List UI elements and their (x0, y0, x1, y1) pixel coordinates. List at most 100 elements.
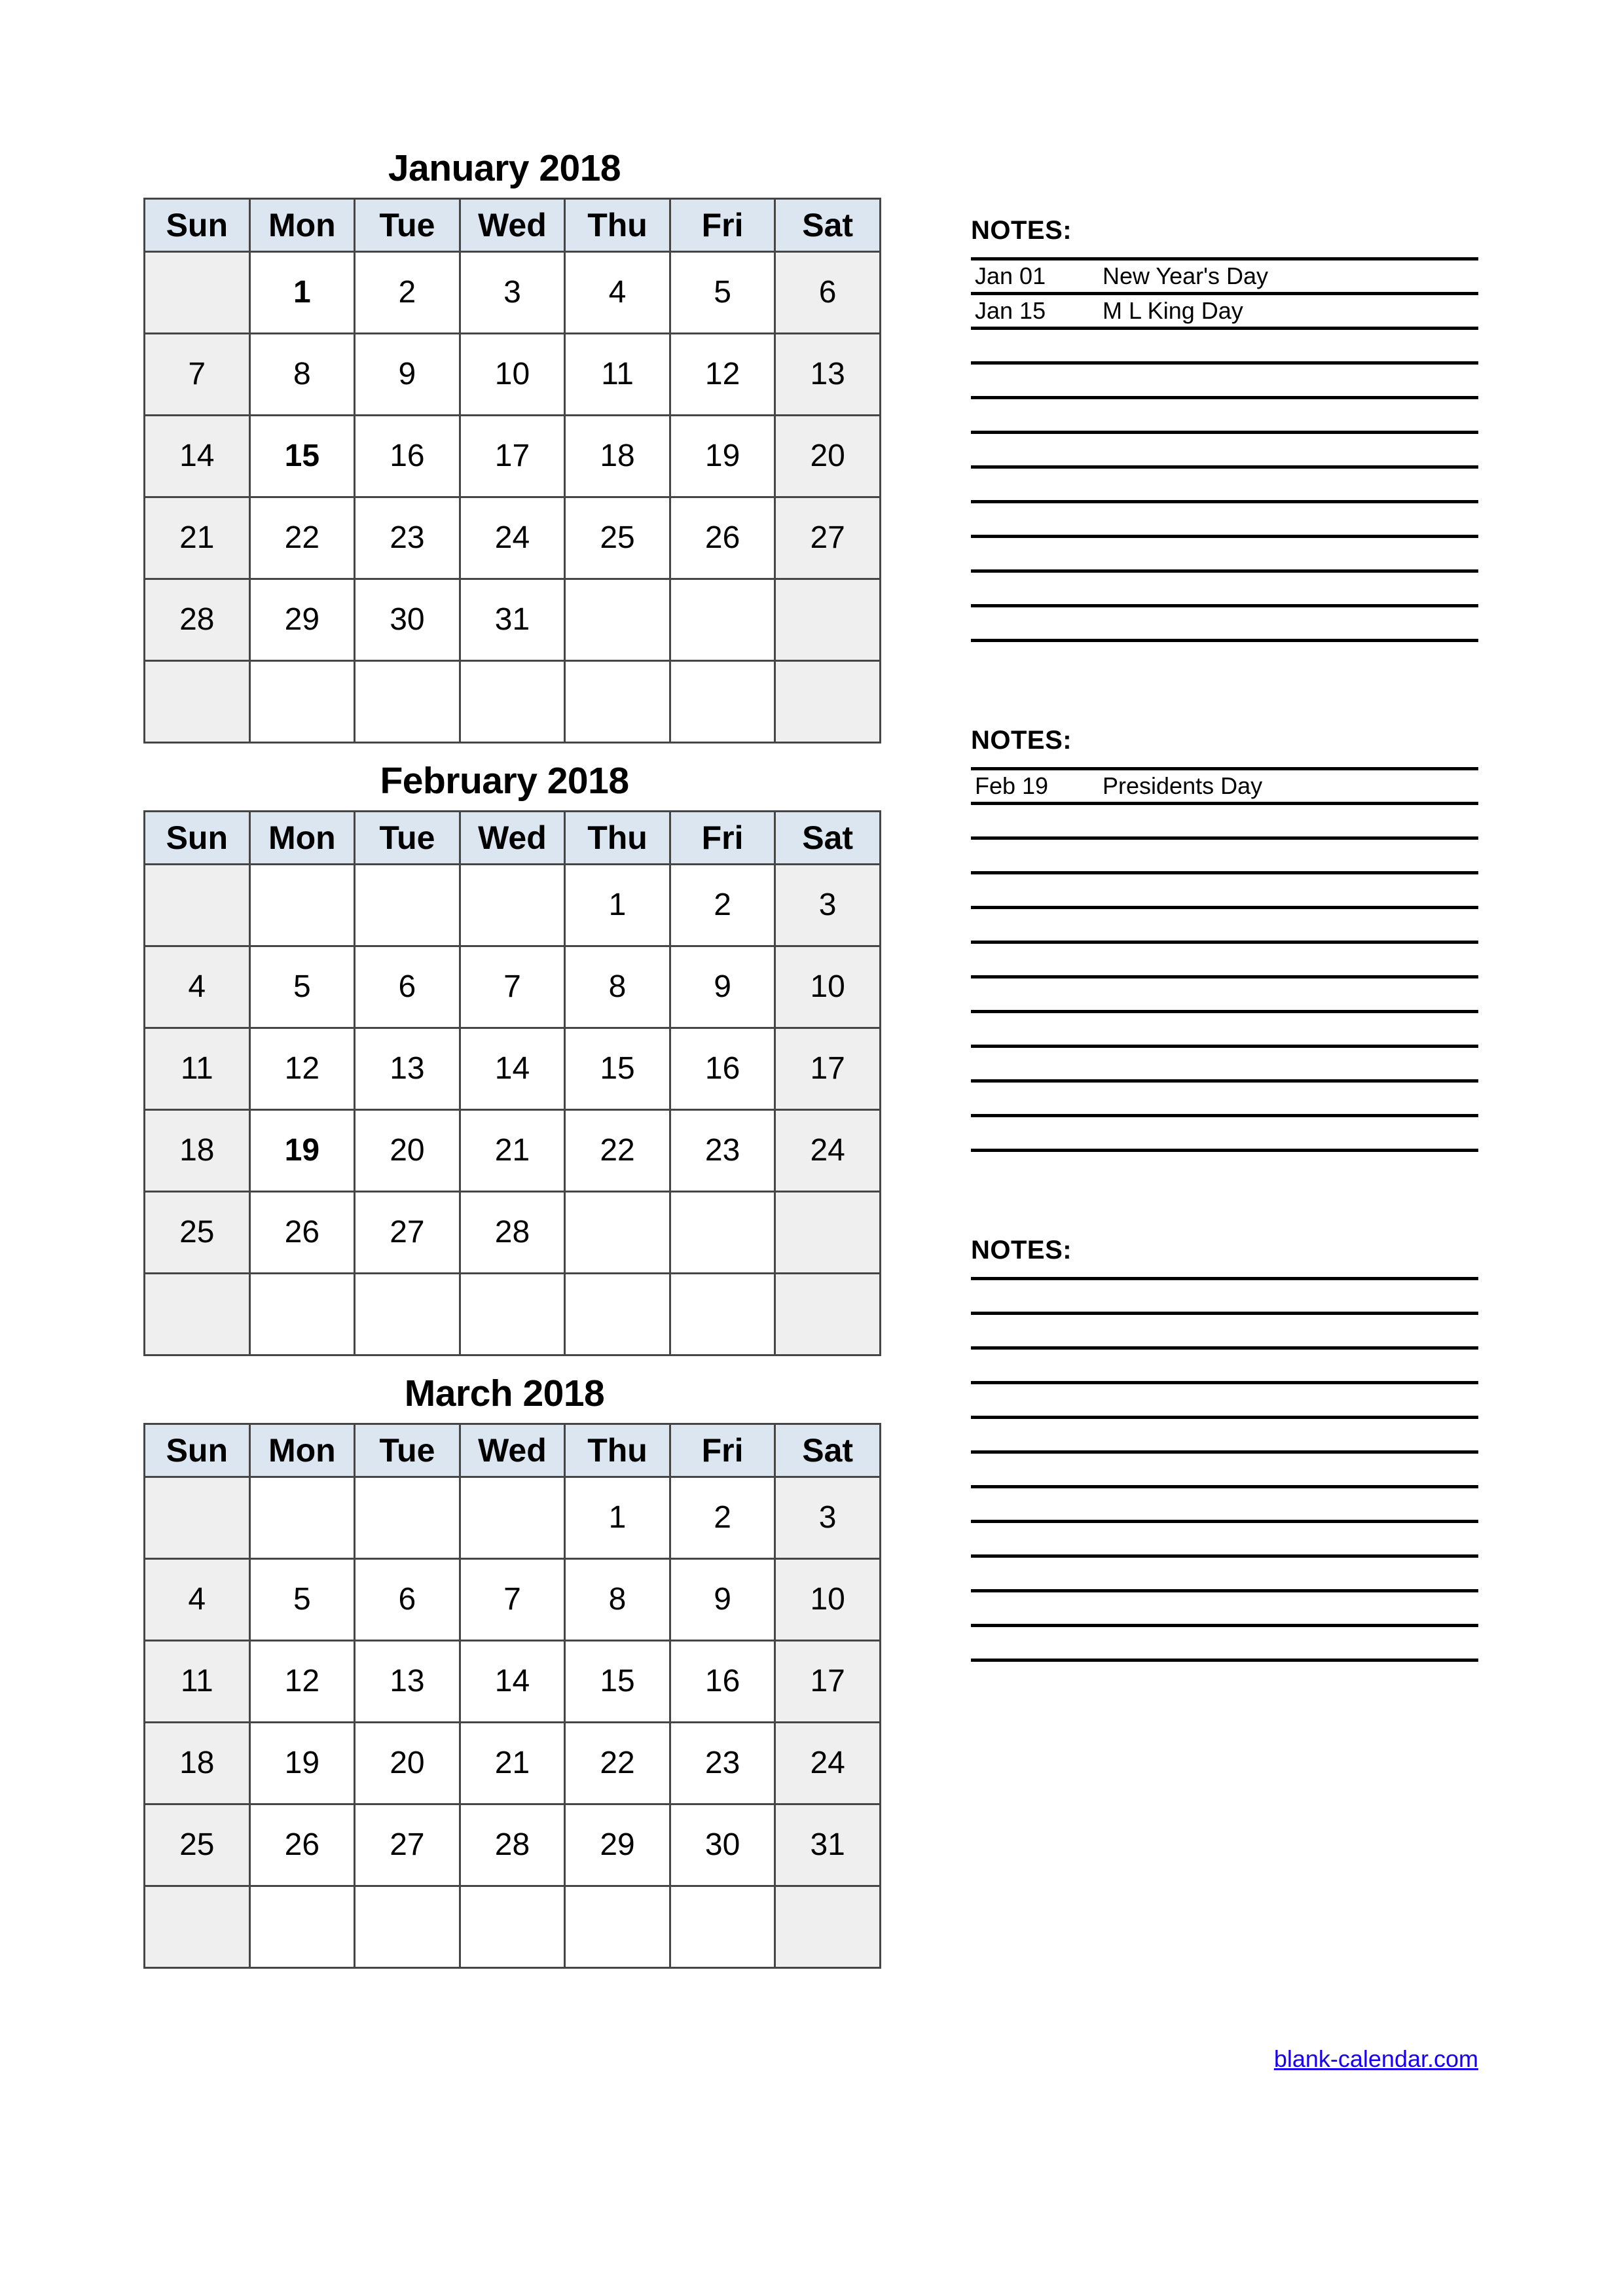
note-line[interactable] (971, 399, 1478, 434)
note-line[interactable] (971, 503, 1478, 538)
calendar-day-cell: 23 (354, 495, 461, 580)
note-line[interactable] (971, 1627, 1478, 1662)
note-line[interactable] (971, 1419, 1478, 1454)
calendar-day-empty (143, 863, 251, 947)
calendar-day-cell: 25 (143, 1190, 251, 1274)
weekday-header-mon: Mon (248, 197, 356, 253)
calendar-day-cell: 4 (143, 1557, 251, 1641)
note-line[interactable] (971, 469, 1478, 503)
calendar-week-row: 11 12 13 14 15 16 17 (143, 1026, 881, 1111)
calendar-day-cell: 23 (668, 1108, 776, 1193)
note-line[interactable] (971, 1384, 1478, 1419)
note-line[interactable] (971, 1592, 1478, 1627)
note-line[interactable] (971, 909, 1478, 944)
calendar-day-empty (458, 659, 566, 744)
calendar-day-empty (668, 577, 776, 662)
calendar-day-cell: 30 (354, 577, 461, 662)
calendar-day-cell: 1 (564, 1475, 671, 1560)
weekday-header-fri: Fri (668, 197, 776, 253)
calendar-day-empty (354, 1884, 461, 1969)
note-line[interactable] (971, 1013, 1478, 1048)
calendar-week-row: 4 5 6 7 8 9 10 (143, 1557, 881, 1641)
calendar-day-empty (774, 1190, 881, 1274)
note-line[interactable] (971, 434, 1478, 469)
calendar-day-cell: 17 (458, 414, 566, 498)
calendar-week-row: 28 29 30 31 (143, 577, 881, 662)
calendar-page: January 2018 Sun Mon Tue Wed Thu Fri Sat… (0, 0, 1623, 2296)
calendar-day-cell: 4 (564, 250, 671, 334)
calendar-day-empty (248, 1475, 356, 1560)
calendar-day-cell: 1 (564, 863, 671, 947)
month-block-february: February 2018 Sun Mon Tue Wed Thu Fri Sa… (143, 761, 881, 1356)
calendar-day-cell: 12 (248, 1639, 356, 1723)
note-line[interactable] (971, 1350, 1478, 1384)
calendar-day-cell: 16 (668, 1026, 776, 1111)
note-line[interactable] (971, 1454, 1478, 1488)
note-line[interactable] (971, 1083, 1478, 1117)
weekday-header-mon: Mon (248, 810, 356, 865)
calendar-day-cell: 5 (248, 944, 356, 1029)
calendar-day-cell: 15 (564, 1026, 671, 1111)
note-line[interactable] (971, 1315, 1478, 1350)
calendar-day-cell: 19 (668, 414, 776, 498)
calendar-day-cell: 26 (248, 1190, 356, 1274)
calendar-day-empty (668, 1272, 776, 1356)
calendar-day-cell: 24 (458, 495, 566, 580)
calendar-day-cell: 21 (143, 495, 251, 580)
note-line[interactable] (971, 607, 1478, 642)
calendar-day-empty (143, 250, 251, 334)
note-date: Jan 01 (975, 262, 1046, 289)
calendar-week-row (143, 1884, 881, 1969)
calendar-body-february: 1 2 3 4 5 6 7 8 9 10 11 12 13 14 15 16 17 18 19 20 21 22 23 24 2… (143, 863, 881, 1356)
note-line[interactable]: Jan 15 M L King Day (971, 295, 1478, 330)
calendar-day-cell: 9 (668, 944, 776, 1029)
weekday-header-wed: Wed (458, 197, 566, 253)
calendar-day-cell: 27 (354, 1803, 461, 1887)
calendar-week-row: 7 8 9 10 11 12 13 (143, 332, 881, 416)
calendar-day-cell: 10 (774, 944, 881, 1029)
note-line[interactable] (971, 944, 1478, 978)
calendar-day-empty (354, 1475, 461, 1560)
notes-label-march: NOTES: (971, 1236, 1072, 1265)
weekday-header-mon: Mon (248, 1422, 356, 1478)
note-line[interactable] (971, 978, 1478, 1013)
note-line[interactable] (971, 1523, 1478, 1558)
notes-column: NOTES: Jan 01 New Year's Day Jan 15 M L Kin… (971, 216, 1478, 1662)
note-line[interactable] (971, 365, 1478, 399)
note-line[interactable] (971, 1280, 1478, 1315)
note-line[interactable] (971, 1488, 1478, 1523)
calendar-day-empty (354, 863, 461, 947)
note-line[interactable] (971, 874, 1478, 909)
note-line[interactable]: Feb 19 Presidents Day (971, 770, 1478, 805)
notes-lines-february: Feb 19 Presidents Day (971, 767, 1478, 1152)
calendar-week-row: 14 15 16 17 18 19 20 (143, 414, 881, 498)
note-text: New Year's Day (1103, 262, 1269, 289)
calendar-day-cell: 14 (143, 414, 251, 498)
note-line[interactable] (971, 538, 1478, 573)
note-line[interactable] (971, 840, 1478, 874)
calendar-day-cell: 6 (354, 944, 461, 1029)
calendar-table-january: Sun Mon Tue Wed Thu Fri Sat 1 2 3 4 5 6 7 8 9 10 1… (143, 197, 881, 744)
weekday-header-sun: Sun (143, 810, 251, 865)
site-link[interactable]: blank-calendar.com (971, 2045, 1478, 2073)
weekday-header-tue: Tue (354, 1422, 461, 1478)
note-line[interactable] (971, 573, 1478, 607)
calendar-day-cell: 9 (668, 1557, 776, 1641)
weekday-header-sun: Sun (143, 197, 251, 253)
note-line[interactable]: Jan 01 New Year's Day (971, 260, 1478, 295)
note-line[interactable] (971, 1117, 1478, 1152)
calendar-day-cell: 18 (143, 1108, 251, 1193)
weekday-header-tue: Tue (354, 197, 461, 253)
calendar-day-empty (564, 1884, 671, 1969)
note-line[interactable] (971, 330, 1478, 365)
calendar-day-cell: 9 (354, 332, 461, 416)
calendar-body-january: 1 2 3 4 5 6 7 8 9 10 11 12 13 14 15 16 17 18 19 20 21 22 23 24 2… (143, 250, 881, 744)
calendar-day-cell: 13 (354, 1639, 461, 1723)
calendar-day-cell: 15 (564, 1639, 671, 1723)
note-line[interactable] (971, 1558, 1478, 1592)
note-line[interactable] (971, 805, 1478, 840)
calendar-day-cell: 2 (668, 863, 776, 947)
weekday-header-sat: Sat (774, 197, 881, 253)
calendar-day-cell: 14 (458, 1639, 566, 1723)
note-line[interactable] (971, 1048, 1478, 1083)
